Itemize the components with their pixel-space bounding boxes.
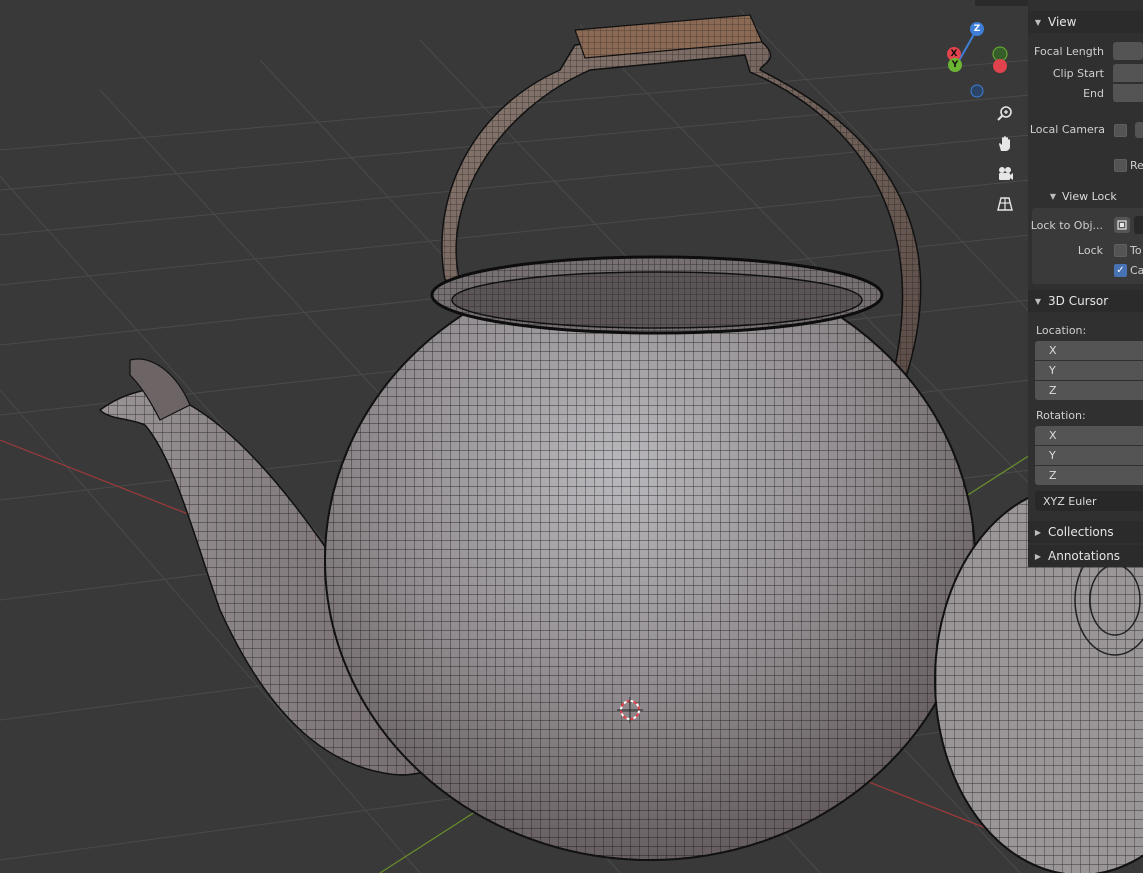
local-camera-label: Local Camera: [1029, 123, 1105, 136]
clip-start-label: Clip Start: [1052, 67, 1104, 80]
cursor-location-y-field[interactable]: Y: [1035, 361, 1143, 380]
collapse-triangle-icon: ▼: [1034, 296, 1042, 306]
lock-to-3d-cursor-label: To: [1130, 244, 1142, 257]
gizmo-z-axis[interactable]: Z: [970, 22, 984, 36]
sidebar-n-panel: ▼ View Focal Length Clip Start End Local…: [1028, 0, 1143, 567]
3d-viewport[interactable]: Z X Y: [0, 0, 1143, 873]
axis-label-y: Y: [1049, 364, 1056, 377]
collapse-triangle-icon: ▼: [1034, 17, 1042, 27]
render-region-checkbox[interactable]: [1114, 159, 1127, 172]
axis-label-x: X: [1049, 429, 1057, 442]
cursor-rotation-x-field[interactable]: X: [1035, 426, 1143, 445]
lock-to-3d-cursor-checkbox[interactable]: [1114, 244, 1127, 257]
object-picker-icon[interactable]: [1114, 217, 1130, 233]
camera-picker-icon[interactable]: [1135, 122, 1143, 138]
panel-title-annotations: Annotations: [1048, 549, 1121, 563]
rotation-label: Rotation:: [1036, 409, 1086, 422]
lock-camera-to-view-checkbox[interactable]: ✓: [1114, 264, 1127, 277]
panel-header-view[interactable]: ▼ View: [1028, 11, 1143, 33]
gizmo-y-axis[interactable]: Y: [948, 58, 962, 72]
cursor-location-z-field[interactable]: Z: [1035, 381, 1143, 400]
panel-header-annotations[interactable]: ▶ Annotations: [1028, 545, 1143, 567]
axis-label-z: Z: [1049, 384, 1057, 397]
render-region-label: Re: [1130, 159, 1143, 172]
subpanel-title-view-lock: View Lock: [1062, 189, 1117, 203]
axis-label-x: X: [1049, 344, 1057, 357]
clip-end-label: End: [1083, 87, 1104, 100]
pan-hand-icon[interactable]: [992, 131, 1018, 157]
panel-title-3d-cursor: 3D Cursor: [1048, 294, 1109, 308]
clip-end-field[interactable]: [1113, 84, 1143, 102]
panel-header-3d-cursor[interactable]: ▼ 3D Cursor: [1028, 290, 1143, 312]
expand-triangle-icon: ▶: [1034, 551, 1042, 561]
focal-length-field[interactable]: [1113, 42, 1143, 60]
viewport-scene[interactable]: [0, 0, 1143, 873]
axis-label-y: Y: [1049, 449, 1056, 462]
perspective-grid-icon[interactable]: [992, 191, 1018, 217]
teapot-rim: [430, 255, 884, 335]
clip-start-field[interactable]: [1113, 64, 1143, 82]
cursor-rotation-z-field[interactable]: Z: [1035, 466, 1143, 485]
camera-icon[interactable]: [992, 161, 1018, 187]
axis-label-z: Z: [1049, 469, 1057, 482]
lock-to-object-field[interactable]: [1134, 216, 1143, 234]
panel-title-view: View: [1048, 15, 1077, 29]
local-camera-checkbox[interactable]: [1114, 124, 1127, 137]
lock-camera-to-view-label: Ca: [1130, 264, 1143, 277]
location-label: Location:: [1036, 324, 1087, 337]
cursor-location-x-field[interactable]: X: [1035, 341, 1143, 360]
rotation-mode-value: XYZ Euler: [1043, 494, 1097, 508]
rotation-mode-dropdown[interactable]: XYZ Euler: [1035, 491, 1143, 511]
expand-triangle-icon: ▶: [1034, 527, 1042, 537]
zoom-icon[interactable]: [992, 101, 1018, 127]
lock-to-object-label: Lock to Obj...: [1030, 219, 1103, 232]
lock-label: Lock: [1077, 244, 1103, 257]
teapot-body: [324, 259, 976, 861]
collapse-triangle-icon: ▼: [1049, 191, 1057, 201]
panel-title-collections: Collections: [1048, 525, 1114, 539]
subpanel-header-view-lock[interactable]: ▼ View Lock: [1044, 186, 1117, 206]
panel-header-collections[interactable]: ▶ Collections: [1028, 521, 1143, 543]
focal-length-label: Focal Length: [1034, 45, 1104, 58]
cursor-rotation-y-field[interactable]: Y: [1035, 446, 1143, 465]
